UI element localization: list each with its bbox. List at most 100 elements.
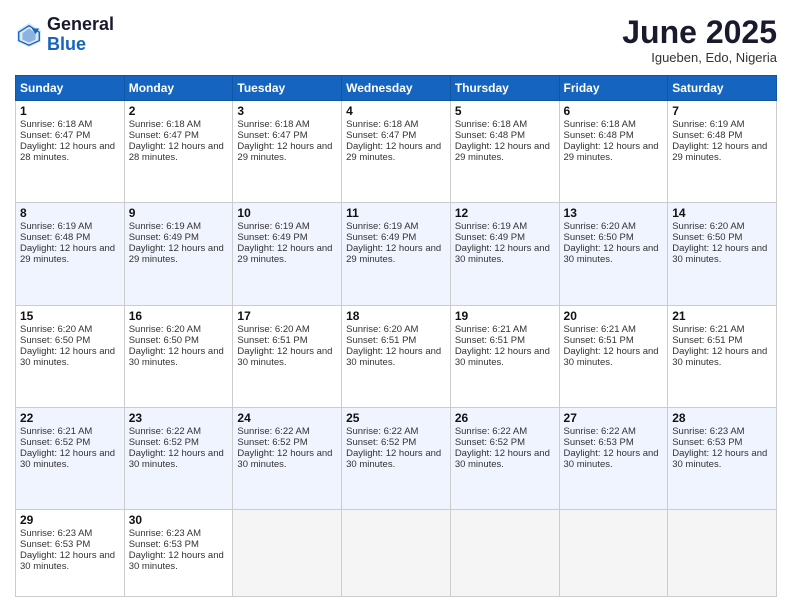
calendar-cell: 17Sunrise: 6:20 AMSunset: 6:51 PMDayligh… [233, 305, 342, 407]
logo-text: General Blue [47, 15, 114, 55]
calendar-cell: 7Sunrise: 6:19 AMSunset: 6:48 PMDaylight… [668, 101, 777, 203]
daylight-text: Daylight: 12 hours and 29 minutes. [346, 141, 446, 163]
day-number: 2 [129, 104, 229, 118]
sunset-text: Sunset: 6:49 PM [455, 232, 555, 243]
day-number: 9 [129, 206, 229, 220]
day-number: 23 [129, 411, 229, 425]
col-thursday: Thursday [450, 76, 559, 101]
daylight-text: Daylight: 12 hours and 30 minutes. [564, 346, 664, 368]
calendar-cell: 2Sunrise: 6:18 AMSunset: 6:47 PMDaylight… [124, 101, 233, 203]
calendar-cell: 28Sunrise: 6:23 AMSunset: 6:53 PMDayligh… [668, 407, 777, 509]
sunrise-text: Sunrise: 6:20 AM [129, 324, 229, 335]
sunset-text: Sunset: 6:51 PM [455, 335, 555, 346]
calendar-cell: 6Sunrise: 6:18 AMSunset: 6:48 PMDaylight… [559, 101, 668, 203]
day-number: 17 [237, 309, 337, 323]
sunrise-text: Sunrise: 6:23 AM [20, 528, 120, 539]
sunset-text: Sunset: 6:53 PM [20, 539, 120, 550]
daylight-text: Daylight: 12 hours and 30 minutes. [346, 448, 446, 470]
calendar-table: Sunday Monday Tuesday Wednesday Thursday… [15, 75, 777, 597]
calendar-cell [342, 509, 451, 596]
calendar-cell: 9Sunrise: 6:19 AMSunset: 6:49 PMDaylight… [124, 203, 233, 305]
calendar-cell: 19Sunrise: 6:21 AMSunset: 6:51 PMDayligh… [450, 305, 559, 407]
calendar-cell: 12Sunrise: 6:19 AMSunset: 6:49 PMDayligh… [450, 203, 559, 305]
sunset-text: Sunset: 6:51 PM [564, 335, 664, 346]
sunset-text: Sunset: 6:48 PM [455, 130, 555, 141]
sunrise-text: Sunrise: 6:22 AM [455, 426, 555, 437]
day-number: 10 [237, 206, 337, 220]
day-number: 7 [672, 104, 772, 118]
calendar-cell: 16Sunrise: 6:20 AMSunset: 6:50 PMDayligh… [124, 305, 233, 407]
sunset-text: Sunset: 6:52 PM [20, 437, 120, 448]
day-number: 4 [346, 104, 446, 118]
sunset-text: Sunset: 6:50 PM [20, 335, 120, 346]
day-number: 1 [20, 104, 120, 118]
calendar-cell: 26Sunrise: 6:22 AMSunset: 6:52 PMDayligh… [450, 407, 559, 509]
day-number: 25 [346, 411, 446, 425]
day-number: 19 [455, 309, 555, 323]
sunset-text: Sunset: 6:48 PM [20, 232, 120, 243]
calendar-cell: 21Sunrise: 6:21 AMSunset: 6:51 PMDayligh… [668, 305, 777, 407]
day-number: 12 [455, 206, 555, 220]
daylight-text: Daylight: 12 hours and 30 minutes. [129, 448, 229, 470]
daylight-text: Daylight: 12 hours and 28 minutes. [129, 141, 229, 163]
day-number: 14 [672, 206, 772, 220]
col-sunday: Sunday [16, 76, 125, 101]
sunset-text: Sunset: 6:53 PM [129, 539, 229, 550]
day-number: 29 [20, 513, 120, 527]
day-number: 20 [564, 309, 664, 323]
sunrise-text: Sunrise: 6:18 AM [20, 119, 120, 130]
day-number: 13 [564, 206, 664, 220]
calendar-cell [450, 509, 559, 596]
calendar-cell: 1Sunrise: 6:18 AMSunset: 6:47 PMDaylight… [16, 101, 125, 203]
logo-icon [15, 21, 43, 49]
daylight-text: Daylight: 12 hours and 29 minutes. [672, 141, 772, 163]
daylight-text: Daylight: 12 hours and 30 minutes. [455, 243, 555, 265]
daylight-text: Daylight: 12 hours and 29 minutes. [237, 141, 337, 163]
day-number: 6 [564, 104, 664, 118]
day-number: 27 [564, 411, 664, 425]
day-number: 28 [672, 411, 772, 425]
sunrise-text: Sunrise: 6:21 AM [455, 324, 555, 335]
day-number: 5 [455, 104, 555, 118]
daylight-text: Daylight: 12 hours and 30 minutes. [564, 243, 664, 265]
sunset-text: Sunset: 6:53 PM [672, 437, 772, 448]
sunrise-text: Sunrise: 6:20 AM [672, 221, 772, 232]
daylight-text: Daylight: 12 hours and 29 minutes. [455, 141, 555, 163]
sunset-text: Sunset: 6:49 PM [237, 232, 337, 243]
daylight-text: Daylight: 12 hours and 30 minutes. [20, 550, 120, 572]
sunrise-text: Sunrise: 6:20 AM [346, 324, 446, 335]
sunrise-text: Sunrise: 6:21 AM [20, 426, 120, 437]
sunrise-text: Sunrise: 6:21 AM [564, 324, 664, 335]
col-saturday: Saturday [668, 76, 777, 101]
sunrise-text: Sunrise: 6:22 AM [129, 426, 229, 437]
daylight-text: Daylight: 12 hours and 30 minutes. [672, 448, 772, 470]
calendar-cell [233, 509, 342, 596]
page: General Blue June 2025 Igueben, Edo, Nig… [0, 0, 792, 612]
day-number: 24 [237, 411, 337, 425]
sunset-text: Sunset: 6:51 PM [237, 335, 337, 346]
sunrise-text: Sunrise: 6:19 AM [672, 119, 772, 130]
sunset-text: Sunset: 6:50 PM [129, 335, 229, 346]
day-number: 18 [346, 309, 446, 323]
sunset-text: Sunset: 6:52 PM [129, 437, 229, 448]
logo: General Blue [15, 15, 114, 55]
sunrise-text: Sunrise: 6:19 AM [346, 221, 446, 232]
daylight-text: Daylight: 12 hours and 29 minutes. [237, 243, 337, 265]
sunset-text: Sunset: 6:52 PM [455, 437, 555, 448]
calendar-cell: 13Sunrise: 6:20 AMSunset: 6:50 PMDayligh… [559, 203, 668, 305]
sunrise-text: Sunrise: 6:22 AM [564, 426, 664, 437]
day-number: 16 [129, 309, 229, 323]
month-title: June 2025 [622, 15, 777, 50]
sunrise-text: Sunrise: 6:23 AM [129, 528, 229, 539]
calendar-row: 15Sunrise: 6:20 AMSunset: 6:50 PMDayligh… [16, 305, 777, 407]
daylight-text: Daylight: 12 hours and 30 minutes. [237, 448, 337, 470]
sunrise-text: Sunrise: 6:21 AM [672, 324, 772, 335]
sunrise-text: Sunrise: 6:20 AM [564, 221, 664, 232]
sunset-text: Sunset: 6:47 PM [129, 130, 229, 141]
sunset-text: Sunset: 6:50 PM [564, 232, 664, 243]
calendar-cell: 14Sunrise: 6:20 AMSunset: 6:50 PMDayligh… [668, 203, 777, 305]
daylight-text: Daylight: 12 hours and 30 minutes. [672, 243, 772, 265]
daylight-text: Daylight: 12 hours and 30 minutes. [672, 346, 772, 368]
daylight-text: Daylight: 12 hours and 29 minutes. [346, 243, 446, 265]
sunrise-text: Sunrise: 6:18 AM [455, 119, 555, 130]
